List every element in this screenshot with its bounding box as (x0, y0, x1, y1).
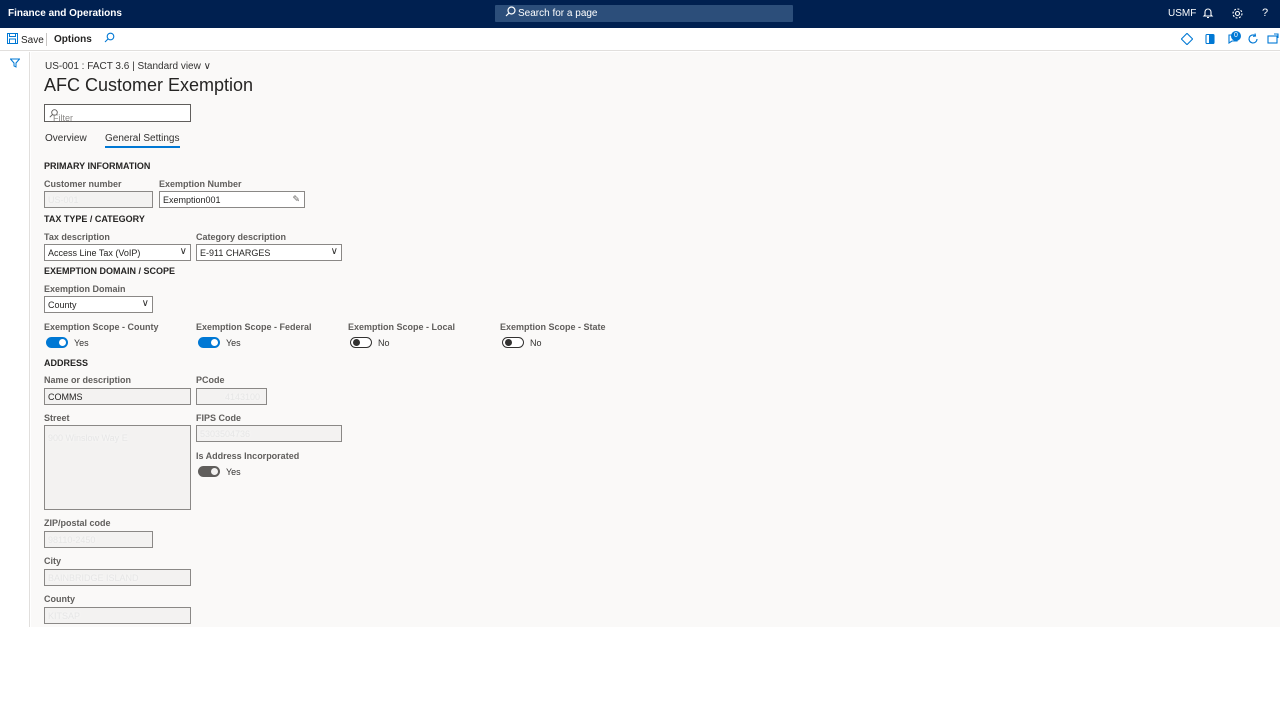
section-primary-information: PRIMARY INFORMATION (44, 161, 151, 171)
scope-federal-toggle[interactable] (198, 337, 220, 348)
action-pane: Save Options (0, 28, 1280, 51)
exemption-number-field[interactable]: Exemption001 ✎ (159, 191, 305, 208)
street-label: Street (44, 413, 70, 423)
is-address-incorporated-state: Yes (226, 467, 241, 477)
action-search-icon[interactable] (104, 32, 115, 46)
gear-icon[interactable] (1229, 5, 1245, 21)
fips-code-label: FIPS Code (196, 413, 242, 423)
section-address: ADDRESS (44, 358, 89, 368)
tab-general-settings[interactable]: General Settings (105, 133, 180, 148)
app-title[interactable]: Finance and Operations (8, 8, 122, 19)
chevron-down-icon: ∨ (141, 298, 149, 309)
filter-input[interactable]: Filter (44, 104, 191, 123)
category-description-label: Category description (196, 232, 287, 242)
company-picker[interactable]: USMF (1168, 8, 1196, 19)
scope-local-label: Exemption Scope - Local (348, 322, 456, 332)
tab-overview[interactable]: Overview (45, 133, 87, 144)
is-address-incorporated-toggle[interactable] (198, 466, 220, 477)
tax-description-select[interactable]: Access Line Tax (VoIP) ∨ (44, 244, 191, 261)
toolbar-divider (46, 33, 47, 46)
fips-code-field[interactable]: 5303504736 (196, 425, 342, 442)
page-blank-area (0, 627, 1280, 720)
left-filter-rail (0, 52, 30, 627)
scope-local-state: No (378, 338, 390, 348)
scope-county-state: Yes (74, 338, 89, 348)
global-search-input[interactable]: Search for a page (495, 5, 793, 22)
zip-postal-code-label: ZIP/postal code (44, 518, 111, 528)
save-icon (7, 33, 18, 47)
section-exemption-domain-scope: EXEMPTION DOMAIN / SCOPE (44, 266, 176, 276)
breadcrumb-text: US-001 : FACT 3.6 | Standard view (45, 61, 201, 72)
save-button[interactable]: Save (7, 33, 44, 47)
county-field[interactable]: KITSAP (44, 607, 191, 624)
page-title: AFC Customer Exemption (44, 75, 254, 95)
customer-number-label: Customer number (44, 179, 122, 189)
notification-badge: 0 (1231, 31, 1241, 41)
name-description-label: Name or description (44, 375, 132, 385)
chevron-down-icon: ∨ (330, 246, 338, 257)
scope-federal-label: Exemption Scope - Federal (196, 322, 312, 332)
scope-county-label: Exemption Scope - County (44, 322, 159, 332)
pcode-field[interactable]: 4143100 (196, 388, 267, 405)
power-apps-icon[interactable] (1180, 32, 1194, 46)
scope-state-state: No (530, 338, 542, 348)
edit-pencil-icon: ✎ (292, 194, 300, 204)
chevron-down-icon: ∨ (179, 246, 187, 257)
filter-placeholder: Filter (49, 109, 73, 123)
city-field[interactable]: BAINBRIDGE ISLAND (44, 569, 191, 586)
top-nav-bar: Finance and Operations Search for a page… (0, 0, 1280, 28)
name-description-field[interactable]: COMMS (44, 388, 191, 405)
pcode-label: PCode (196, 375, 225, 385)
scope-local-toggle[interactable] (350, 337, 372, 348)
bell-icon[interactable] (1200, 5, 1216, 21)
breadcrumb[interactable]: US-001 : FACT 3.6 | Standard view ∨ (45, 61, 211, 72)
refresh-icon[interactable] (1246, 32, 1260, 46)
save-label: Save (21, 34, 44, 46)
options-tab[interactable]: Options (54, 34, 92, 45)
scope-state-toggle[interactable] (502, 337, 524, 348)
street-textarea[interactable]: 900 Winslow Way E (44, 425, 191, 510)
exemption-domain-label: Exemption Domain (44, 284, 126, 294)
exemption-number-label: Exemption Number (159, 179, 242, 189)
customer-number-field[interactable]: US-001 (44, 191, 153, 208)
exemption-domain-select[interactable]: County ∨ (44, 296, 153, 313)
office-icon[interactable] (1203, 32, 1217, 46)
scope-county-toggle[interactable] (46, 337, 68, 348)
category-description-select[interactable]: E-911 CHARGES ∨ (196, 244, 342, 261)
view-chevron-down-icon[interactable]: ∨ (204, 61, 211, 72)
section-tax-type-category: TAX TYPE / CATEGORY (44, 214, 145, 224)
county-label: County (44, 594, 75, 604)
city-label: City (44, 556, 62, 566)
filter-icon[interactable] (9, 58, 21, 71)
global-search-placeholder: Search for a page (518, 8, 598, 19)
zip-postal-code-field[interactable]: 98110-2450 (44, 531, 153, 548)
scope-federal-state: Yes (226, 338, 241, 348)
help-icon[interactable]: ? (1257, 5, 1273, 21)
tax-description-label: Tax description (44, 232, 110, 242)
search-icon (505, 6, 516, 20)
is-address-incorporated-label: Is Address Incorporated (196, 451, 300, 461)
open-new-window-icon[interactable] (1266, 32, 1280, 46)
scope-state-label: Exemption Scope - State (500, 322, 606, 332)
